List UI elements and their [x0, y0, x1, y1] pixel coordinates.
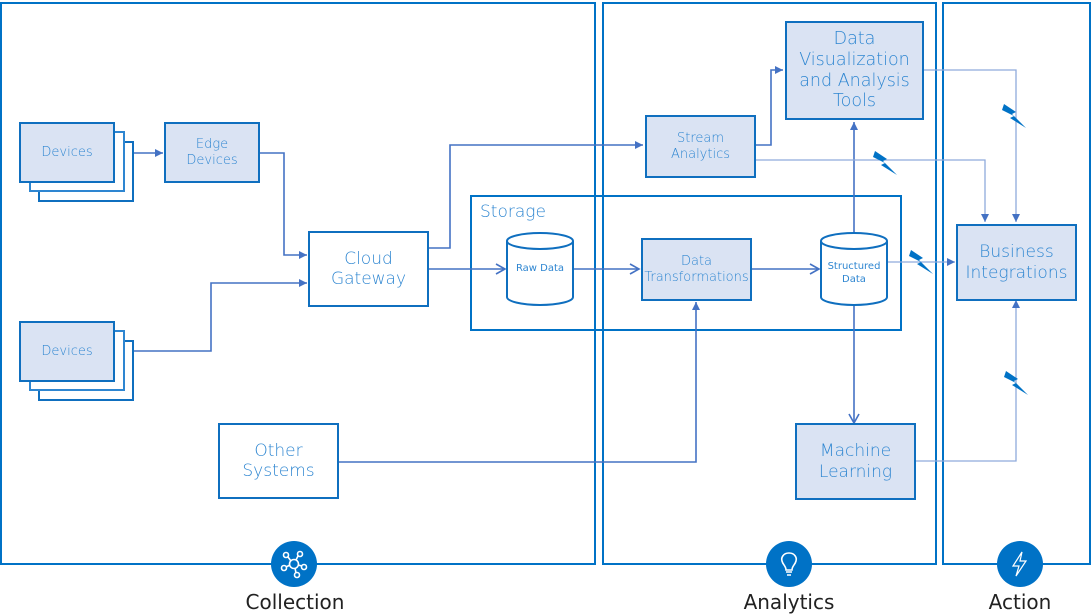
stream-analytics-label-2: Analytics [670, 146, 731, 162]
data-viz-node[interactable]: Data Visualization and Analysis Tools [785, 21, 924, 120]
structured-data-label-2: Data [842, 274, 866, 285]
edge-stream-to-viz [756, 66, 783, 146]
analytics-pillar-icon [766, 541, 812, 587]
raw-data-label: Raw Data [515, 263, 565, 274]
data-viz-label-4: Tools [832, 91, 877, 112]
raw-data-cylinder-top [506, 232, 574, 250]
collection-pillar-icon [271, 541, 317, 587]
data-viz-label-2: Visualization [799, 49, 910, 70]
data-transformations-node[interactable]: Data Transformations [641, 238, 752, 301]
other-systems-label-1: Other [254, 440, 303, 461]
business-integrations-node[interactable]: Business Integrations [956, 224, 1077, 301]
devices-top-node[interactable]: Devices [19, 122, 115, 183]
structured-data-label-1: Structured [827, 261, 881, 272]
business-integrations-label-2: Integrations [965, 262, 1068, 283]
event-viz-to-bi [923, 69, 1020, 222]
business-integrations-label-1: Business [979, 242, 1054, 263]
data-viz-label-1: Data [833, 29, 876, 50]
structured-data-label: Structured Data [821, 260, 887, 286]
machine-learning-node[interactable]: Machine Learning [795, 423, 916, 500]
other-systems-label-2: Systems [242, 461, 315, 481]
collection-pillar-label: Collection [245, 590, 345, 614]
event-stream-to-bi [756, 159, 989, 222]
edge-devices2-to-gateway [128, 279, 307, 352]
data-transformations-label-1: Data [680, 254, 713, 270]
connections-layer [128, 66, 1028, 463]
devices-bottom-node[interactable]: Devices [19, 321, 115, 382]
cloud-gateway-label-2: Gateway [330, 269, 407, 289]
lightning-bolt-icon [1002, 104, 1026, 128]
data-transformations-label-2: Transformations [644, 269, 749, 285]
lightning-bolt-icon [873, 151, 897, 175]
edge-devices-label-2: Devices [186, 152, 238, 168]
network-hub-icon [280, 550, 308, 579]
machine-learning-label-1: Machine [819, 441, 892, 462]
cloud-gateway-label-1: Cloud [344, 248, 393, 269]
edge-edge-to-gateway [259, 152, 307, 259]
other-systems-node[interactable]: Other Systems [218, 423, 339, 499]
devices-top-label: Devices [41, 144, 93, 160]
action-pillar-label: Action [988, 590, 1052, 614]
machine-learning-label-2: Learning [818, 461, 893, 482]
action-pillar-icon [997, 541, 1043, 587]
analytics-pillar-label: Analytics [743, 590, 835, 614]
lightning-bolt-icon [1011, 551, 1028, 577]
event-ml-to-bi [916, 300, 1020, 462]
edge-devices-label-1: Edge [195, 137, 229, 153]
devices-bottom-label: Devices [41, 343, 93, 359]
edge-devices-node[interactable]: Edge Devices [164, 122, 260, 183]
stream-analytics-label-1: Stream [676, 131, 725, 147]
data-viz-label-3: and Analysis [799, 70, 910, 91]
cloud-gateway-node[interactable]: Cloud Gateway [308, 231, 429, 307]
structured-data-cylinder-top [820, 232, 888, 250]
lightbulb-icon [780, 552, 798, 576]
stream-analytics-node[interactable]: Stream Analytics [645, 115, 756, 178]
edge-other-to-transform [338, 302, 700, 463]
